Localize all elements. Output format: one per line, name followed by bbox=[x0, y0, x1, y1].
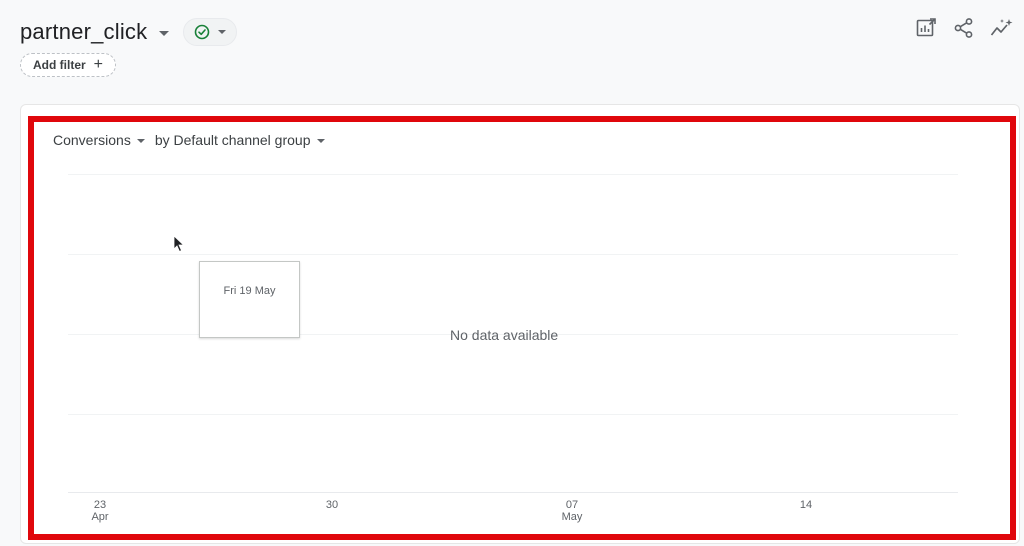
dimension-selector[interactable]: by Default channel group bbox=[155, 132, 325, 148]
x-tick-day: 07 bbox=[565, 499, 579, 511]
x-tick-label: 07 May bbox=[560, 499, 584, 523]
chevron-down-icon bbox=[316, 138, 325, 143]
x-axis-baseline bbox=[68, 492, 958, 493]
x-tick-label: 30 bbox=[322, 499, 342, 511]
metric-selector[interactable]: Conversions bbox=[53, 132, 145, 148]
gridline bbox=[68, 174, 958, 175]
x-tick-label: 23 Apr bbox=[90, 499, 110, 523]
insights-button[interactable] bbox=[990, 14, 1014, 42]
explore-page: partner_click Add filter + Conversions b… bbox=[0, 0, 1024, 546]
status-chip[interactable] bbox=[183, 18, 238, 46]
customize-report-button[interactable] bbox=[914, 14, 938, 42]
gridline bbox=[68, 414, 958, 415]
share-icon bbox=[954, 18, 973, 38]
insights-sparkle-icon bbox=[990, 19, 1013, 36]
edit-chart-icon bbox=[916, 18, 936, 37]
chart-controls: Conversions by Default channel group bbox=[53, 132, 325, 148]
x-tick-month: Apr bbox=[91, 511, 109, 523]
report-header: partner_click bbox=[20, 14, 238, 50]
tooltip-date: Fri 19 May bbox=[223, 285, 276, 297]
metric-label: Conversions bbox=[53, 132, 131, 148]
title-dropdown-caret-icon[interactable] bbox=[159, 30, 170, 36]
hover-tooltip: Fri 19 May bbox=[199, 261, 300, 338]
x-tick-day: 14 bbox=[799, 499, 813, 511]
report-toolbar bbox=[914, 14, 1014, 42]
check-circle-icon bbox=[195, 24, 210, 40]
add-filter-label: Add filter bbox=[33, 58, 86, 72]
share-button[interactable] bbox=[952, 14, 976, 42]
chevron-down-icon bbox=[218, 30, 227, 34]
report-title: partner_click bbox=[20, 19, 148, 44]
add-filter-button[interactable]: Add filter + bbox=[20, 53, 117, 77]
mouse-pointer-icon bbox=[173, 235, 185, 253]
x-tick-day: 30 bbox=[325, 499, 339, 511]
gridline bbox=[68, 254, 958, 255]
no-data-message: No data available bbox=[450, 327, 559, 343]
x-tick-day: 23 bbox=[93, 499, 107, 511]
plus-icon: + bbox=[93, 56, 104, 73]
dimension-label: by Default channel group bbox=[154, 132, 311, 148]
chevron-down-icon bbox=[136, 138, 145, 143]
x-tick-month: May bbox=[561, 511, 583, 523]
x-tick-label: 14 bbox=[796, 499, 816, 511]
